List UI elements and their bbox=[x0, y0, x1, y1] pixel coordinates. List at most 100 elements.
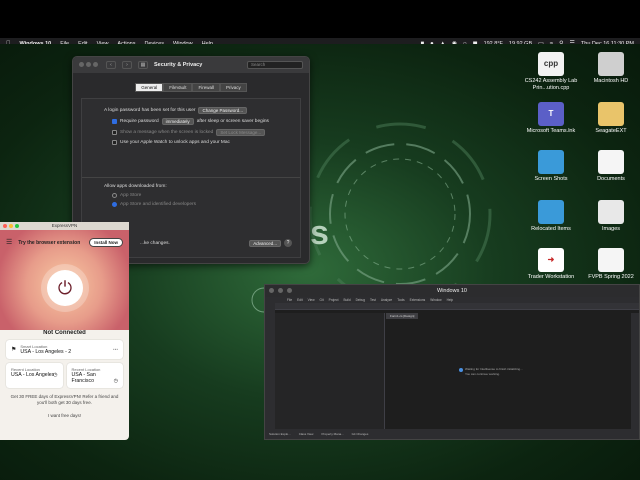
bottom-tab[interactable]: Class View bbox=[299, 432, 314, 436]
power-button[interactable]: ⏻ bbox=[47, 270, 83, 306]
desktop-icon-fvpb[interactable]: FVPB Spring 2022 bbox=[583, 248, 639, 281]
power-icon: ⏻ bbox=[57, 277, 73, 298]
folder-icon bbox=[538, 150, 564, 174]
vs-left-rail bbox=[265, 303, 275, 429]
letterbox bbox=[0, 0, 640, 38]
require-password-label: Require password bbox=[120, 119, 159, 124]
require-password-checkbox[interactable] bbox=[112, 119, 117, 124]
vs-menu-item[interactable]: Edit bbox=[297, 298, 303, 302]
vs-menu-item[interactable]: Analyze bbox=[381, 298, 392, 302]
vs-menu-item[interactable]: Project bbox=[329, 298, 339, 302]
show-message-checkbox[interactable] bbox=[112, 130, 117, 135]
vs-menu-item[interactable]: Window bbox=[430, 298, 441, 302]
clock-icon: ◷ bbox=[113, 378, 118, 384]
help-button[interactable]: ? bbox=[284, 239, 292, 247]
desktop-icon-images[interactable]: Images bbox=[583, 200, 639, 233]
recent-location-value: USA - Los Angeles bbox=[11, 372, 55, 378]
require-password-suffix: after sleep or screen saver begins bbox=[196, 119, 269, 124]
lock-footer-text: ...ke changes. bbox=[140, 240, 170, 246]
vs-menu-item[interactable]: Build bbox=[344, 298, 351, 302]
recent-location-card[interactable]: Recent Location USA - San Francisco ◷ bbox=[66, 363, 123, 388]
desktop-icon-documents[interactable]: Documents bbox=[583, 150, 639, 183]
external-drive-icon bbox=[598, 102, 624, 126]
app-store-identified-label: App Store and identified developers bbox=[120, 202, 197, 207]
vs-menu-item[interactable]: View bbox=[308, 298, 315, 302]
bottom-tab[interactable]: Git Changes bbox=[352, 432, 369, 436]
expressvpn-window: ExpressVPN ☰ Try the browser extension I… bbox=[0, 222, 129, 440]
desktop-icon-cpp[interactable]: cpp CS242 Assembly Lab Prin...ution.cpp bbox=[523, 52, 579, 91]
back-icon[interactable]: ‹ bbox=[106, 61, 116, 69]
desktop-icon-label: Images bbox=[601, 226, 621, 232]
set-lock-message-button[interactable]: Set Lock Message... bbox=[216, 129, 266, 136]
tab-general[interactable]: General bbox=[135, 83, 164, 92]
desktop-icon-trader-workstation[interactable]: ➜ Trader Workstation bbox=[523, 248, 579, 281]
vs-menu-item[interactable]: Git bbox=[320, 298, 324, 302]
vpn-titlebar: ExpressVPN bbox=[0, 222, 129, 230]
folder-icon bbox=[538, 200, 564, 224]
grid-icon[interactable]: ▦ bbox=[138, 61, 148, 69]
app-store-identified-radio[interactable] bbox=[112, 202, 117, 207]
tab-privacy[interactable]: Privacy bbox=[219, 83, 247, 92]
intellisense-message: Waiting for Intellisense to finish initi… bbox=[465, 367, 523, 376]
window-title: Security & Privacy bbox=[154, 62, 203, 68]
desktop-icon-label: Macintosh HD bbox=[593, 78, 629, 84]
tab-firewall[interactable]: Firewall bbox=[192, 83, 220, 92]
vs-menu-item[interactable]: Debug bbox=[356, 298, 365, 302]
desktop-icon-macintosh-hd[interactable]: Macintosh HD bbox=[583, 52, 639, 85]
change-password-button[interactable]: Change Password... bbox=[198, 107, 247, 114]
smart-location-value: USA - Los Angeles - 2 bbox=[20, 349, 72, 355]
vs-right-rail bbox=[631, 313, 639, 429]
desktop-icon-teams[interactable]: T Microsoft Teams.lnk bbox=[523, 102, 579, 135]
document-tab[interactable]: Form1.cs [Design] bbox=[386, 313, 419, 319]
windows-vm-window: Windows 10 File Edit View Git Project Bu… bbox=[264, 284, 640, 440]
desktop-icon-seagate[interactable]: SeagateEXT bbox=[583, 102, 639, 135]
vm-titlebar: Windows 10 bbox=[265, 285, 639, 297]
extension-promo-text: Try the browser extension bbox=[18, 239, 81, 246]
vs-menu-item[interactable]: Extensions bbox=[410, 298, 426, 302]
solution-explorer-panel[interactable] bbox=[275, 313, 385, 429]
more-options-icon[interactable]: ⋯ bbox=[113, 347, 118, 353]
install-now-button[interactable]: Install Now bbox=[89, 238, 123, 247]
vs-toolbar[interactable] bbox=[265, 303, 639, 310]
vs-menu-item[interactable]: Help bbox=[447, 298, 454, 302]
vs-menu-item[interactable]: File bbox=[287, 298, 292, 302]
vm-title: Windows 10 bbox=[437, 288, 467, 294]
svg-text:s: s bbox=[310, 214, 329, 252]
trader-workstation-icon: ➜ bbox=[538, 248, 564, 272]
usa-flag-icon: ⚑ bbox=[11, 347, 17, 353]
document-icon bbox=[598, 150, 624, 174]
forward-icon[interactable]: › bbox=[122, 61, 132, 69]
bottom-tab[interactable]: Solution Explo... bbox=[269, 432, 291, 436]
document-icon bbox=[598, 248, 624, 272]
referral-promo-text: Get 30 FREE days of ExpressVPN! Refer a … bbox=[10, 394, 119, 406]
advanced-button[interactable]: Advanced... bbox=[249, 239, 281, 247]
show-message-label: Show a message when the screen is locked bbox=[120, 130, 214, 135]
connection-status: Not Connected bbox=[0, 330, 129, 336]
hamburger-menu-icon[interactable]: ☰ bbox=[6, 239, 12, 246]
desktop-icon-screen-shots[interactable]: Screen Shots bbox=[523, 150, 579, 183]
vs-bottom-tabs: Solution Explo... Class View Property Ma… bbox=[265, 429, 639, 439]
desktop-icon-relocated-items[interactable]: Relocated Items bbox=[523, 200, 579, 233]
desktop-icon-label: FVPB Spring 2022 bbox=[588, 274, 634, 280]
desktop-icon-label: Screen Shots bbox=[534, 176, 568, 182]
desktop-icon-label: Documents bbox=[597, 176, 625, 182]
image-file-icon bbox=[598, 200, 624, 224]
vs-menu-item[interactable]: Tools bbox=[397, 298, 404, 302]
desktop-icon-label: Microsoft Teams.lnk bbox=[526, 128, 576, 134]
tab-filevault[interactable]: FileVault bbox=[163, 83, 193, 92]
traffic-lights[interactable] bbox=[3, 224, 19, 228]
vs-menu-item[interactable]: Test bbox=[370, 298, 376, 302]
desktop-icon-label: SeagateEXT bbox=[595, 128, 627, 134]
search-input[interactable]: Search bbox=[247, 61, 303, 69]
require-password-select[interactable]: immediately bbox=[161, 118, 194, 125]
traffic-lights[interactable] bbox=[269, 288, 294, 293]
traffic-lights[interactable] bbox=[79, 61, 100, 69]
recent-location-card[interactable]: Recent Location USA - Los Angeles ◷ bbox=[6, 363, 63, 388]
desktop-icon-label: Relocated Items bbox=[531, 226, 571, 232]
apple-watch-checkbox[interactable] bbox=[112, 140, 117, 145]
bottom-tab[interactable]: Property Mana... bbox=[321, 432, 343, 436]
smart-location-card[interactable]: ⚑ Smart Location USA - Los Angeles - 2 ⋯ bbox=[6, 340, 123, 359]
app-store-radio[interactable] bbox=[112, 193, 117, 198]
free-days-link[interactable]: I want free days! bbox=[0, 413, 129, 418]
teams-icon: T bbox=[538, 102, 564, 126]
